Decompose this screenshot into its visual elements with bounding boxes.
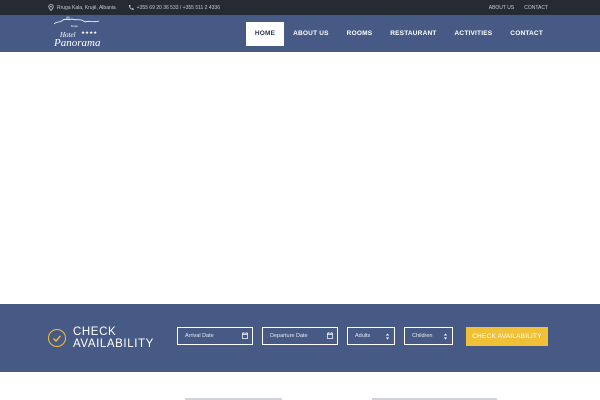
adults-select[interactable]: Adults [347,327,395,345]
main-header: Hotel ★★★★ Panorama Kruje HOME ABOUT US … [0,15,600,52]
check-circle-icon [48,329,66,347]
svg-text:★★★★: ★★★★ [81,30,97,36]
nav-about-us[interactable]: ABOUT US [284,22,338,46]
nav-restaurant[interactable]: RESTAURANT [381,22,445,46]
contact-info: Rruga Kala, Krujë, Albania +355 69 20 36… [48,0,220,15]
hero-area [0,52,600,304]
nav-activities[interactable]: ACTIVITIES [446,22,502,46]
phone-text: +355 69 20 36 533 / +355 511 2 4336 [136,4,220,11]
arrival-date-field[interactable]: Arrival Date [177,327,253,345]
nav-rooms[interactable]: ROOMS [338,22,382,46]
svg-text:Kruje: Kruje [71,24,78,28]
hotel-logo[interactable]: Hotel ★★★★ Panorama Kruje [51,15,105,52]
check-title-line2: AVAILABILITY [73,338,154,350]
top-link-contact[interactable]: CONTACT [524,5,548,11]
select-arrows-icon [443,332,448,341]
adults-label: Adults [355,333,371,339]
children-select[interactable]: Children [404,327,453,345]
check-availability-button[interactable]: CHECK AVAILABILITY [466,327,548,346]
arrival-date-placeholder: Arrival Date [185,333,214,339]
nav-contact[interactable]: CONTACT [501,22,552,46]
nav-home[interactable]: HOME [245,21,285,46]
departure-date-field[interactable]: Departure Date [262,327,338,345]
main-nav: HOME ABOUT US ROOMS RESTAURANT ACTIVITIE… [245,15,552,52]
svg-text:Panorama: Panorama [53,37,101,49]
check-availability-title: CHECK AVAILABILITY [73,326,154,350]
select-arrows-icon [385,332,390,341]
top-bar: Rruga Kala, Krujë, Albania +355 69 20 36… [0,0,600,15]
top-links: ABOUT US CONTACT [489,0,548,15]
departure-date-placeholder: Departure Date [270,333,308,339]
map-pin-icon [48,4,54,12]
content-section [0,372,600,400]
calendar-icon[interactable] [242,332,248,339]
address-text: Rruga Kala, Krujë, Albania [57,4,116,11]
children-label: Children [412,333,433,339]
check-title-line1: CHECK [73,326,117,338]
calendar-icon[interactable] [327,332,333,339]
phone-icon [128,4,134,11]
top-link-about-us[interactable]: ABOUT US [489,5,514,11]
